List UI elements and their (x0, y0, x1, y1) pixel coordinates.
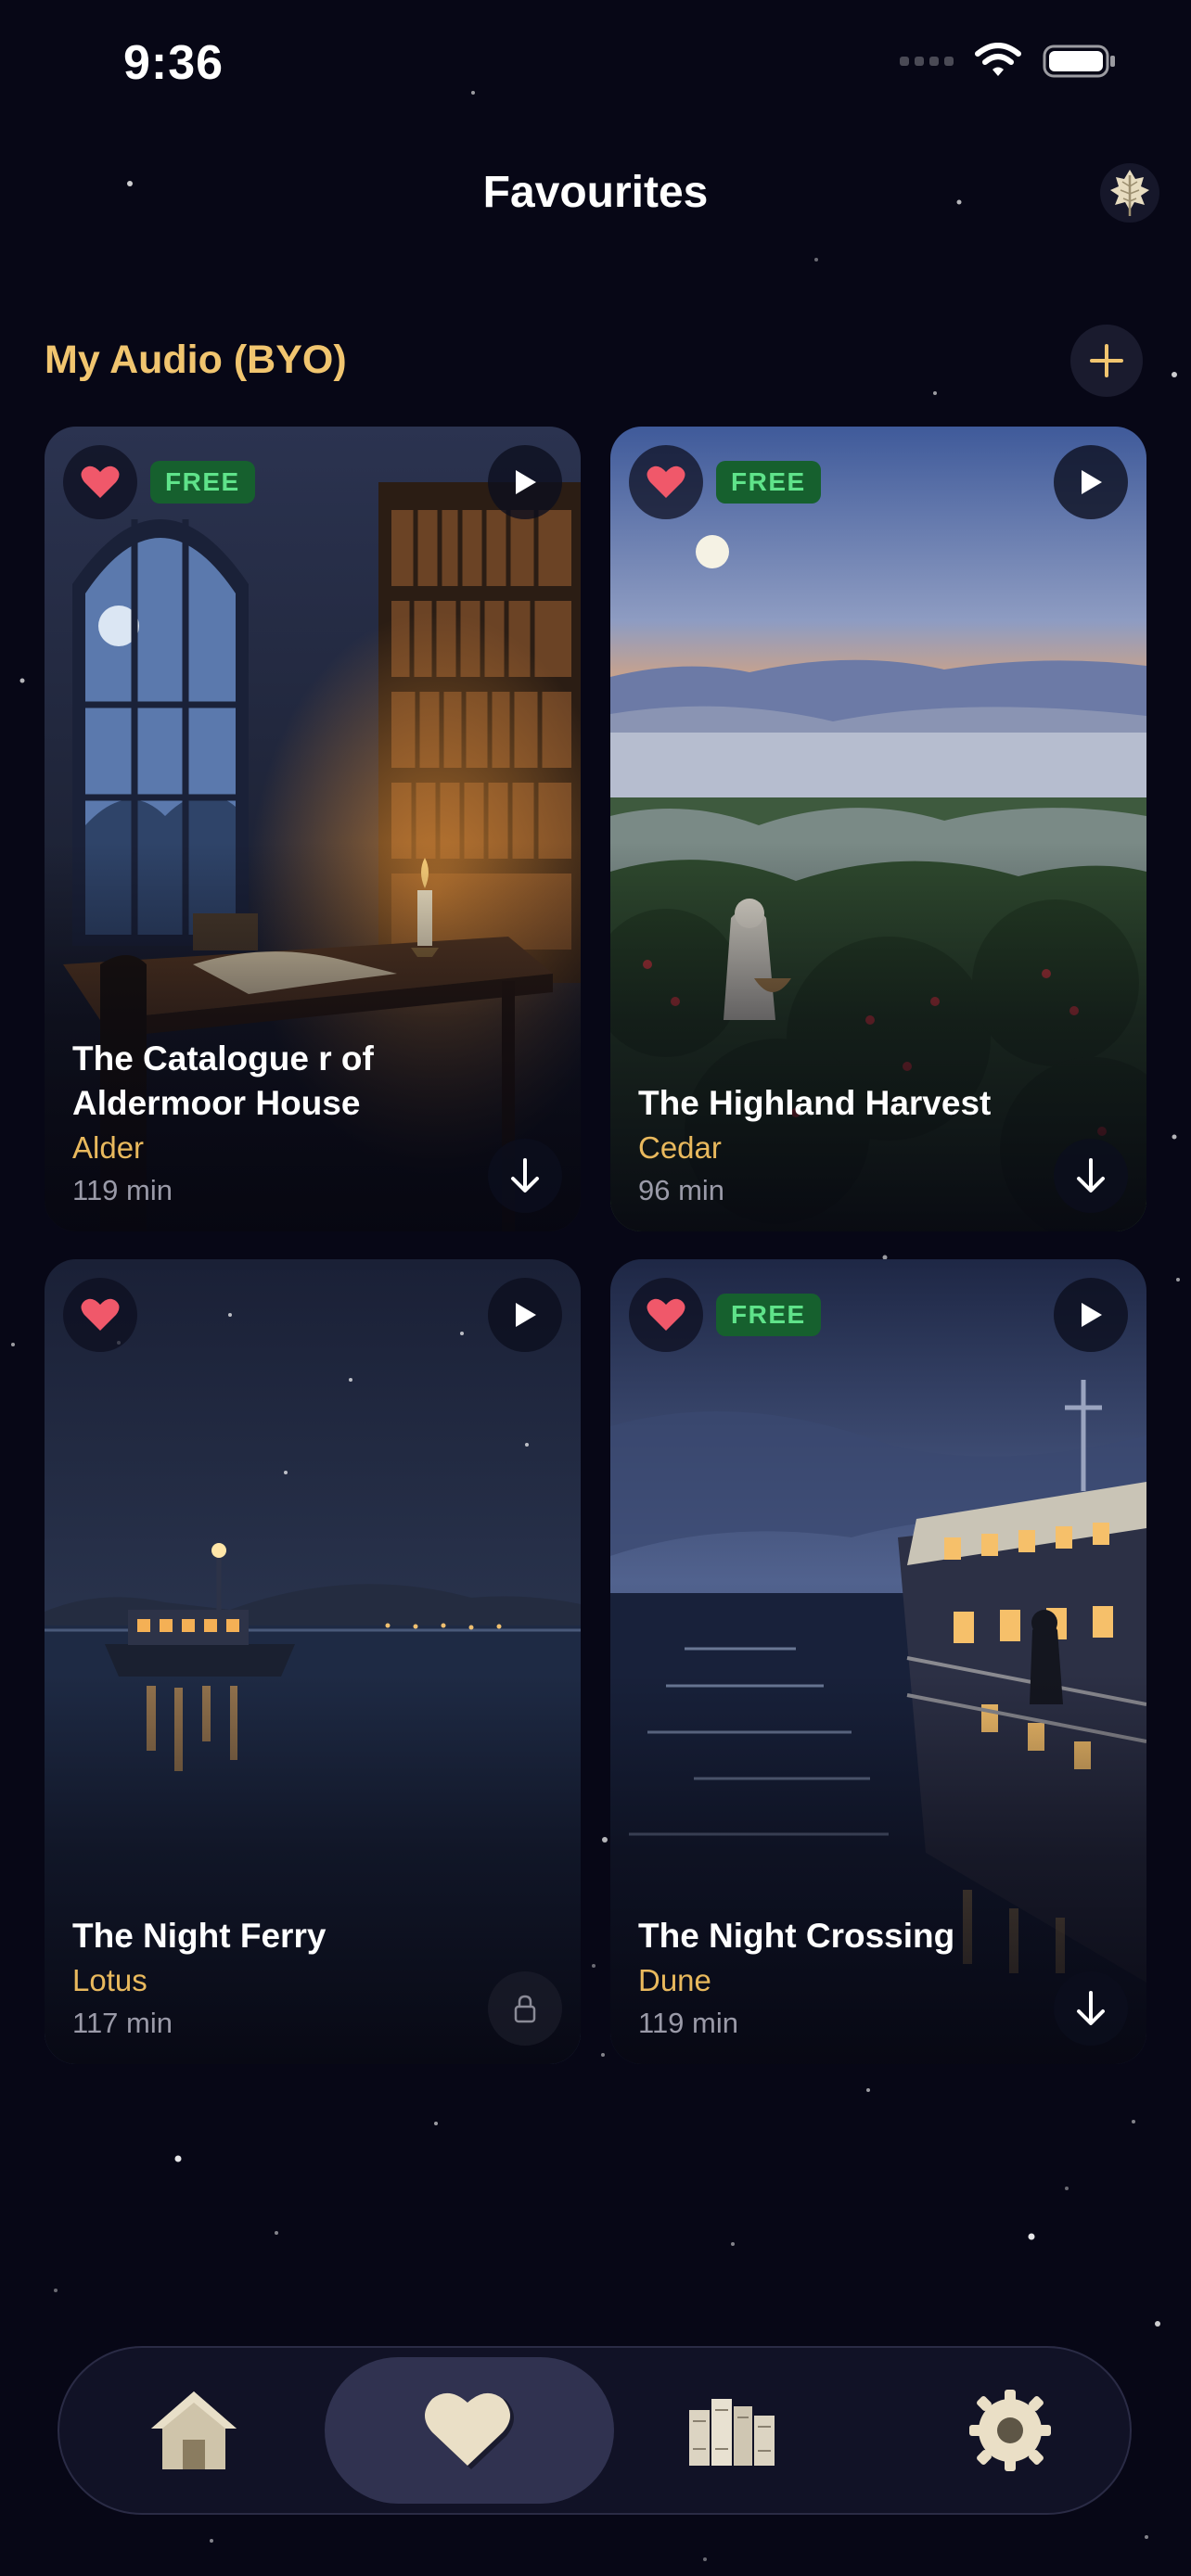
free-badge: FREE (150, 461, 255, 504)
heart-icon (647, 465, 685, 498)
card-narrator: Cedar (638, 1130, 722, 1165)
play-icon (1082, 1303, 1102, 1327)
section-title: My Audio (BYO) (45, 338, 347, 382)
card-title: The Highland Harvest (638, 1081, 1046, 1126)
card-duration: 119 min (72, 1174, 173, 1206)
audio-card[interactable]: FREE The Catalogue r of Aldermoor House … (45, 427, 581, 1231)
audio-card[interactable]: FREE The Highland Harvest Cedar 96 min (610, 427, 1146, 1231)
card-duration: 117 min (72, 2007, 173, 2039)
page-title: Favourites (482, 168, 709, 217)
card-info: The Night Crossing Dune 119 min (638, 1914, 1046, 2044)
add-audio-button[interactable] (1070, 325, 1143, 397)
locked-indicator (488, 1971, 562, 2046)
library-icon (689, 2399, 775, 2466)
card-title-line: The Night Ferry (72, 1917, 327, 1955)
leaf-icon (1110, 170, 1149, 216)
card-info: The Catalogue r of Aldermoor House Alder… (72, 1037, 480, 1211)
card-narrator: Alder (72, 1130, 145, 1165)
heart-icon (647, 1298, 685, 1331)
card-title: The Night Ferry (72, 1914, 480, 1958)
play-button[interactable] (488, 445, 562, 519)
download-arrow-icon (1077, 1158, 1105, 1192)
audio-card[interactable]: The Night Ferry Lotus 117 min (45, 1259, 581, 2064)
tab-home[interactable] (115, 2357, 273, 2504)
card-info: The Night Ferry Lotus 117 min (72, 1914, 480, 2044)
download-button[interactable] (1054, 1139, 1128, 1213)
free-badge: FREE (716, 461, 821, 504)
card-title-line: The Highland Harvest (638, 1084, 992, 1122)
play-button[interactable] (488, 1278, 562, 1352)
card-narrator: Dune (638, 1963, 711, 1997)
tab-bar (58, 2346, 1132, 2515)
card-duration: 96 min (638, 1174, 725, 1206)
download-button[interactable] (1054, 1971, 1128, 2046)
download-arrow-icon (1077, 1991, 1105, 2025)
heart-icon (81, 465, 120, 498)
settings-icon (969, 2390, 1051, 2471)
home-icon (151, 2391, 237, 2469)
wifi-icon (975, 43, 1021, 76)
plus-icon (1090, 344, 1123, 377)
card-title-line: The Catalogue r of (72, 1039, 374, 1078)
card-title: The Catalogue r of Aldermoor House (72, 1037, 480, 1126)
play-button[interactable] (1054, 1278, 1128, 1352)
tab-favourites[interactable] (325, 2357, 614, 2504)
favourite-button[interactable] (629, 1278, 703, 1352)
status-time: 9:36 (123, 36, 224, 90)
favourite-button[interactable] (63, 445, 137, 519)
tab-library[interactable] (653, 2357, 811, 2504)
battery-icon (1043, 45, 1115, 78)
play-icon (516, 1303, 536, 1327)
card-title: The Night Crossing (638, 1914, 1046, 1958)
play-icon (1082, 470, 1102, 494)
play-icon (516, 470, 536, 494)
heart-icon (425, 2392, 514, 2469)
favourite-button[interactable] (629, 445, 703, 519)
lock-icon (514, 1995, 536, 2023)
download-button[interactable] (488, 1139, 562, 1213)
download-arrow-icon (511, 1158, 539, 1192)
card-info: The Highland Harvest Cedar 96 min (638, 1081, 1046, 1211)
leaf-button[interactable] (1100, 163, 1159, 223)
card-duration: 119 min (638, 2007, 738, 2039)
play-button[interactable] (1054, 445, 1128, 519)
status-icons (900, 43, 1117, 80)
card-title-line: The Night Crossing (638, 1917, 955, 1955)
favourite-button[interactable] (63, 1278, 137, 1352)
card-title-line: Aldermoor House (72, 1084, 361, 1122)
card-narrator: Lotus (72, 1963, 147, 1997)
cellular-signal-icon (900, 57, 954, 66)
tab-settings[interactable] (931, 2357, 1089, 2504)
heart-icon (81, 1298, 120, 1331)
free-badge: FREE (716, 1294, 821, 1336)
audio-card[interactable]: FREE The Night Crossing Dune 119 min (610, 1259, 1146, 2064)
